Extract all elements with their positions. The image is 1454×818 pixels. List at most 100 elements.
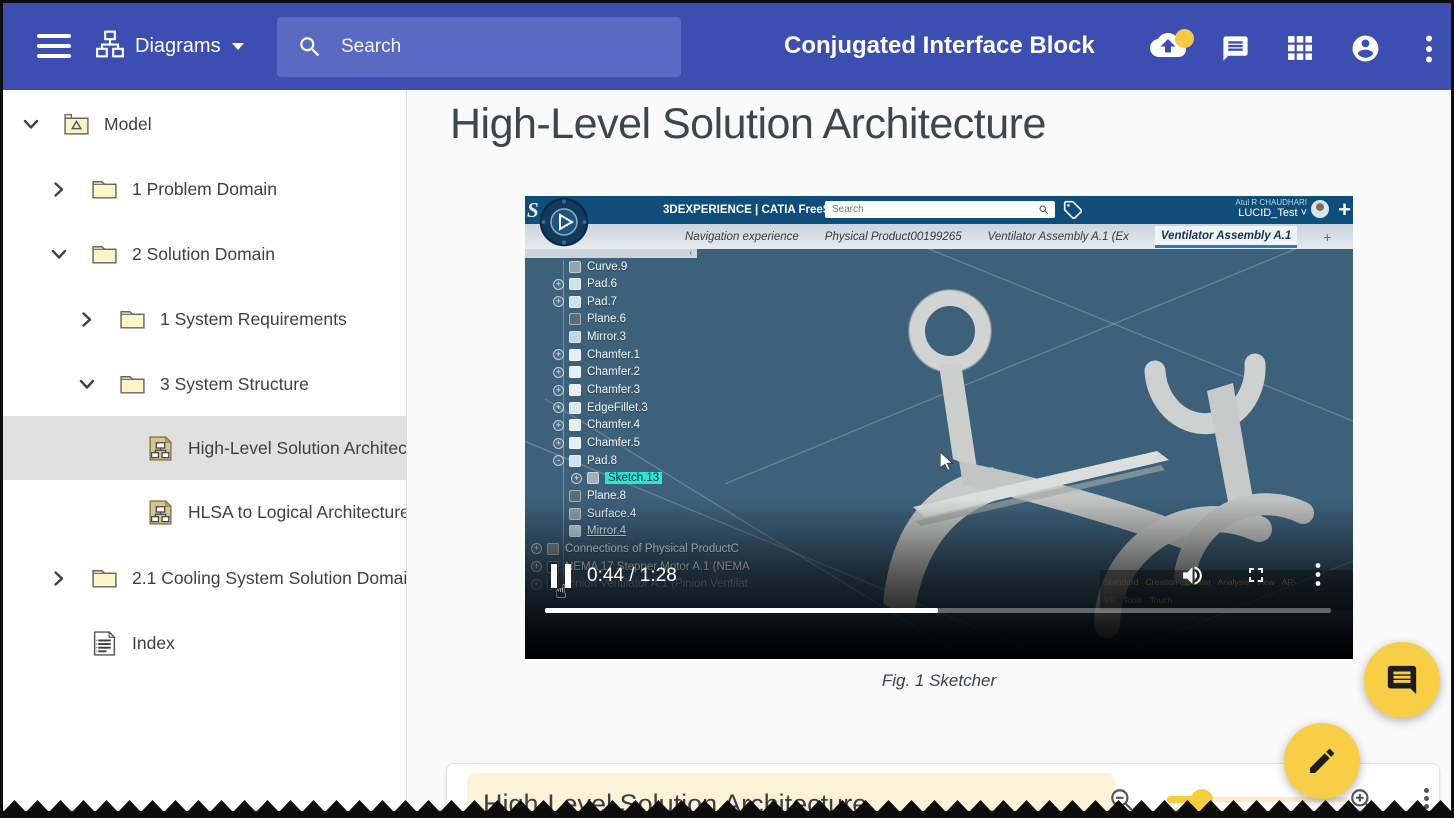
comments-fab[interactable] [1364,642,1440,718]
feature-mirror-3[interactable]: Mirror.3 [553,329,626,346]
feature-label: Mirror.3 [587,331,626,344]
expander-icon[interactable]: + [553,437,564,449]
feature-sketch-13[interactable]: + Sketch.13 [571,470,663,487]
feature-label: Chamfer.1 [587,348,641,361]
diagram-icon [147,499,181,526]
hamburger-menu-icon[interactable] [37,34,71,59]
account-icon[interactable] [1350,33,1381,69]
hand-cursor: ☝ [555,581,567,603]
diagrams-label: Diagrams [135,35,221,57]
search-input[interactable] [341,36,681,58]
more-vertical-icon[interactable] [1425,35,1433,68]
feature-label: Chamfer.2 [587,366,641,379]
feature-plane-6[interactable]: Plane.6 [553,311,626,328]
catia-tab-ventilator-assembly-a-1-ex[interactable]: Ventilator Assembly A.1 (Ex [988,231,1129,243]
sidebar-item-1-system-requirements[interactable]: 1 System Requirements [3,287,406,351]
feature-label: Pad.8 [587,454,618,467]
expander-icon[interactable]: + [553,296,564,308]
catia-user-block: Atul R CHAUDHARI LUCID_Test ˅ [1235,198,1307,220]
video-more-icon[interactable] [1315,562,1321,592]
chamfer-icon [569,384,581,397]
sidebar-item-label: 2 Solution Domain [132,243,275,264]
topbar-search[interactable] [277,17,681,77]
index-icon [91,630,125,657]
chevron-down-icon[interactable] [51,249,91,260]
feature-pad-8[interactable]: - Pad.8 [553,452,617,469]
catia-search [825,201,1055,218]
add-icon: + [1338,197,1351,222]
expander-icon[interactable]: - [553,455,564,467]
apps-grid-icon[interactable] [1287,35,1313,66]
sidebar-item-label: 1 System Requirements [160,308,347,329]
chevron-down-icon[interactable] [79,379,119,390]
pad-icon [569,295,581,308]
feature-label: Curve.9 [587,260,628,273]
feature-chamfer-4[interactable]: + Chamfer.4 [553,417,640,434]
feature-pad-7[interactable]: + Pad.7 [553,293,617,310]
chamfer-icon [569,348,581,361]
expander-icon[interactable]: + [553,366,564,378]
diagram-icon [147,435,181,462]
sidebar-item-label: 3 System Structure [160,373,309,394]
catia-tab-navigation-experience[interactable]: Navigation experience [685,231,799,243]
figure-caption: Fig. 1 Sketcher [881,671,997,690]
chamfer-icon [569,419,581,432]
chevron-right-icon[interactable] [79,311,119,327]
feature-label: Pad.6 [587,278,618,291]
comments-icon[interactable] [1221,34,1250,68]
comment-icon [1387,665,1417,695]
sidebar-item-2-1-cooling-system-solution-domain[interactable]: 2.1 Cooling System Solution Domain [3,546,406,610]
sidebar-item-label: Model [104,113,152,134]
chamfer-icon [569,366,581,379]
expander-icon[interactable]: + [553,419,564,431]
feature-chamfer-5[interactable]: + Chamfer.5 [553,435,640,452]
catia-tab-physical-product00199265[interactable]: Physical Product00199265 [825,231,962,243]
search-icon [300,37,320,57]
folder-icon [119,371,153,398]
sidebar-item-hlsa-to-logical-architecture[interactable]: HLSA to Logical Architecture [3,480,406,544]
expander-icon[interactable]: + [553,402,564,414]
expander-icon[interactable]: + [553,349,564,361]
sidebar-item-model[interactable]: Model [3,92,406,156]
chevron-down-icon[interactable] [23,119,63,130]
sidebar-item-index[interactable]: Index [3,611,406,675]
catia-tab-add[interactable]: + [1323,229,1331,245]
expander-icon[interactable]: + [571,472,582,484]
sidebar-item-3-system-structure[interactable]: 3 System Structure [3,352,406,416]
3d-compass [539,197,589,252]
chevron-right-icon[interactable] [51,181,91,197]
sidebar-item-2-solution-domain[interactable]: 2 Solution Domain [3,222,406,286]
catia-logo: S [527,198,539,222]
mirror-icon [569,331,581,344]
sitemap-icon [95,29,125,64]
expander-icon[interactable]: + [553,278,564,290]
feature-label: Chamfer.4 [587,419,641,432]
feature-label: Chamfer.5 [587,437,641,449]
video-progress-fill [545,608,938,613]
feature-edgefillet-3[interactable]: + EdgeFillet.3 [553,399,648,416]
feature-label: EdgeFillet.3 [587,401,648,414]
search-icon [1039,205,1049,214]
volume-icon[interactable] [1180,563,1205,593]
fullscreen-icon[interactable] [1244,563,1268,592]
catia-search-input [832,204,1038,215]
diagrams-nav-dropdown[interactable]: Diagrams [95,29,245,64]
catia-tab-ventilator-assembly-a-1[interactable]: Ventilator Assembly A.1 [1154,225,1298,248]
feature-label: Plane.6 [587,313,627,326]
sidebar-item-1-problem-domain[interactable]: 1 Problem Domain [3,157,406,221]
expander-icon[interactable]: + [553,384,564,396]
chevron-right-icon[interactable] [51,570,91,586]
edit-fab[interactable] [1284,723,1360,799]
feature-chamfer-3[interactable]: + Chamfer.3 [553,382,640,399]
feature-curve-9[interactable]: Curve.9 [553,258,627,275]
video-timestamp: 0:44 / 1:28 [587,565,677,586]
sidebar-item-high-level-solution-architecture[interactable]: High-Level Solution Architecture [3,416,406,480]
embedded-video-player[interactable]: S 3DEXPERIENCE | CATIA FreeStyle Shape D… [525,196,1353,659]
feature-pad-6[interactable]: + Pad.6 [553,276,617,293]
curve-icon [569,260,581,273]
feature-chamfer-2[interactable]: + Chamfer.2 [553,364,640,381]
feature-chamfer-1[interactable]: + Chamfer.1 [553,346,640,363]
chevron-down-icon [231,38,245,56]
video-progress-bar[interactable] [545,608,1331,613]
sidebar-item-label: 2.1 Cooling System Solution Domain [132,567,406,588]
